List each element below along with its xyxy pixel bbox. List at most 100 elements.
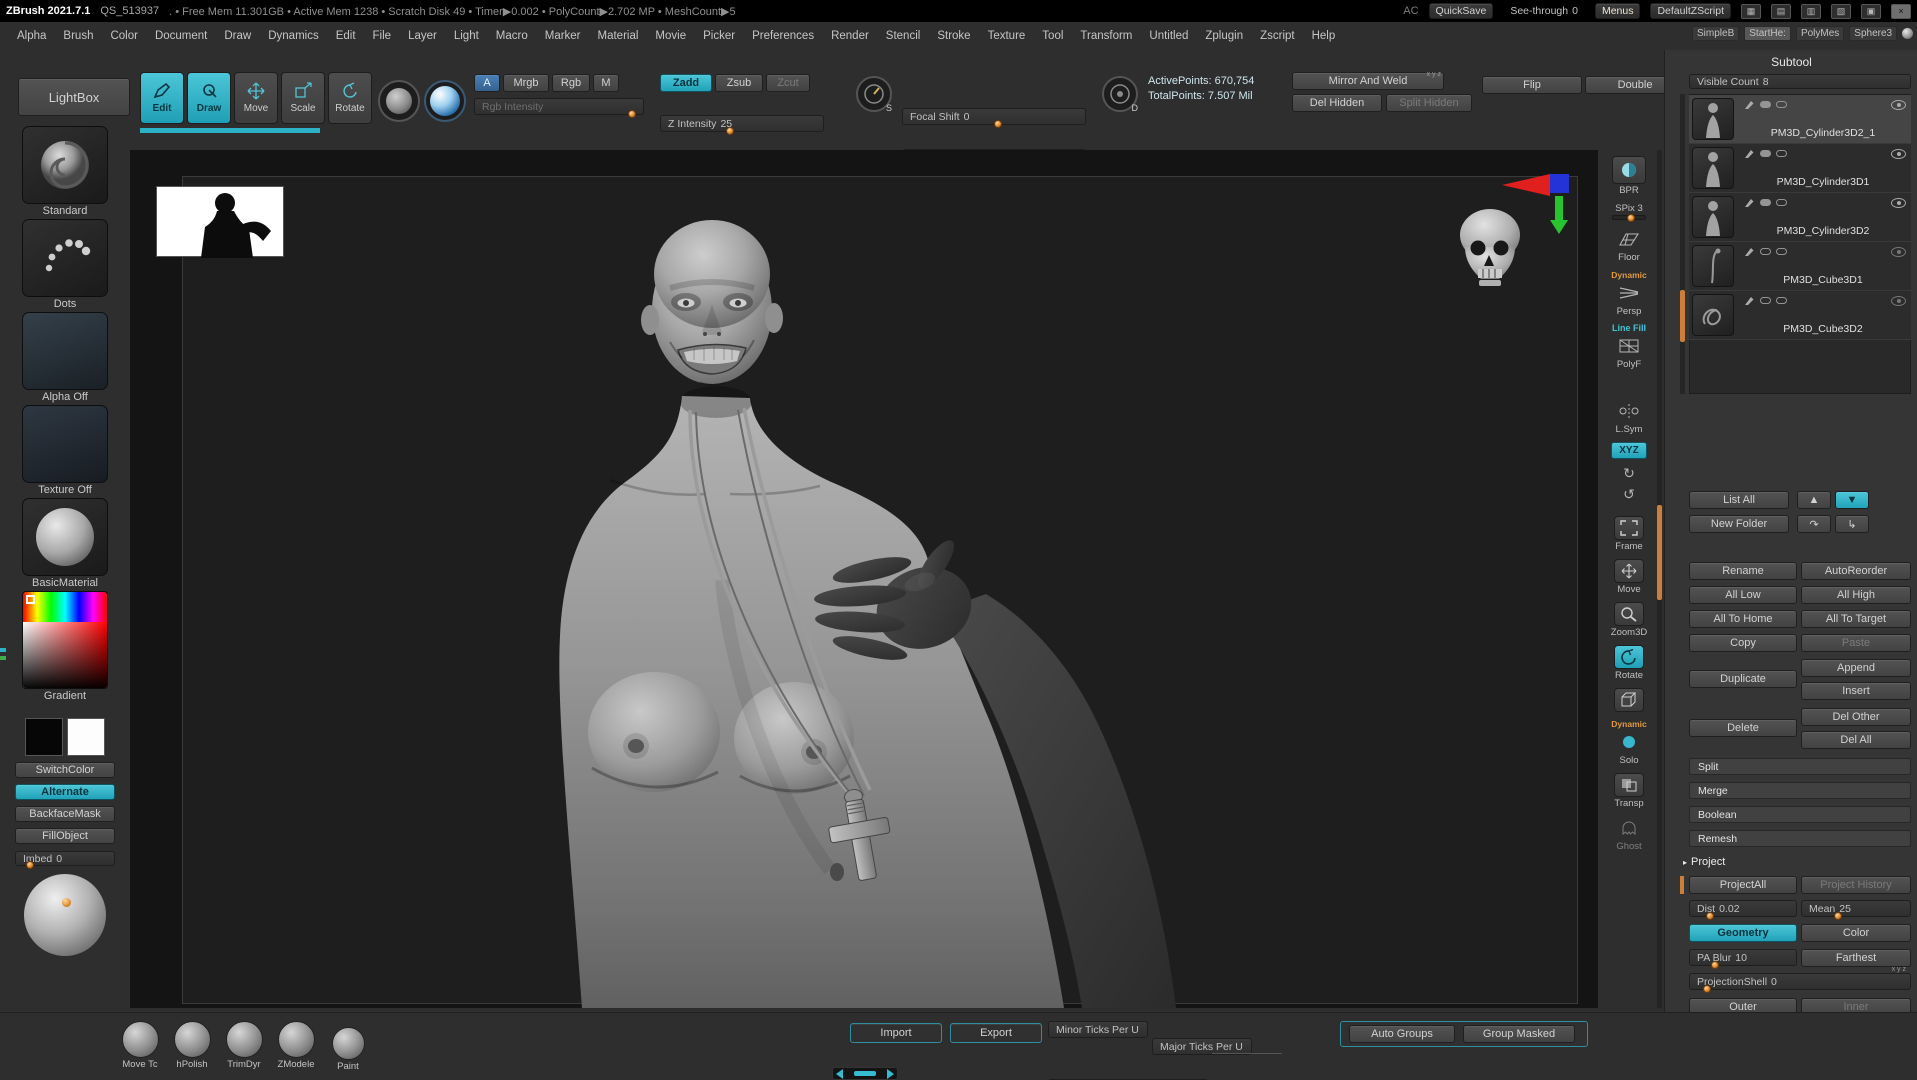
import-button[interactable]: Import: [850, 1023, 942, 1043]
see-through-slider[interactable]: See-through 0: [1503, 4, 1585, 19]
menu-item-transform[interactable]: Transform: [1073, 28, 1139, 44]
menu-item-document[interactable]: Document: [148, 28, 214, 44]
append-button[interactable]: Append: [1801, 659, 1911, 677]
slider-knob[interactable]: [725, 127, 734, 135]
shrink-window-icon[interactable]: ▣: [1861, 3, 1881, 19]
menu-item-preferences[interactable]: Preferences: [745, 28, 821, 44]
remesh-section-button[interactable]: Remesh: [1689, 830, 1911, 847]
menu-item-layer[interactable]: Layer: [401, 28, 444, 44]
rgb-intensity-slider[interactable]: Rgb Intensity: [474, 98, 644, 118]
scroll-thumb[interactable]: [854, 1071, 876, 1076]
timeline-scroll-widget[interactable]: [832, 1067, 898, 1080]
menu-item-zplugin[interactable]: Zplugin: [1198, 28, 1250, 44]
subtool-list-scrollbar-thumb[interactable]: [1680, 290, 1685, 342]
del-other-button[interactable]: Del Other: [1801, 708, 1911, 726]
zadd-button[interactable]: Zadd: [660, 74, 712, 92]
menu-item-brush[interactable]: Brush: [56, 28, 100, 44]
menu-item-picker[interactable]: Picker: [696, 28, 742, 44]
texture-selector[interactable]: Texture Off: [22, 405, 108, 498]
menu-item-texture[interactable]: Texture: [981, 28, 1033, 44]
menu-item-macro[interactable]: Macro: [489, 28, 535, 44]
dynamic-dial-icon[interactable]: D: [1102, 76, 1138, 113]
boolean-section-button[interactable]: Boolean: [1689, 806, 1911, 823]
material-thumbnail[interactable]: [22, 498, 108, 576]
brush-shortcut[interactable]: Paint: [326, 1027, 370, 1072]
menu-item-draw[interactable]: Draw: [217, 28, 258, 44]
dist-slider[interactable]: Dist 0.02: [1689, 900, 1797, 920]
stroke-selector[interactable]: Dots: [22, 219, 108, 312]
group-masked-button[interactable]: Group Masked: [1463, 1025, 1575, 1043]
brush-shortcut[interactable]: hPolish: [170, 1021, 214, 1072]
brush-thumbnail[interactable]: [22, 126, 108, 204]
layout-two-icon[interactable]: ▤: [1771, 3, 1791, 19]
tray-divider-marker-green[interactable]: [0, 656, 6, 660]
move-up-button[interactable]: ▲: [1797, 491, 1831, 509]
layout-four-icon[interactable]: ▧: [1831, 3, 1851, 19]
duplicate-button[interactable]: Duplicate: [1689, 670, 1797, 688]
rotate-nav-button[interactable]: Rotate: [1614, 645, 1644, 681]
subtool-list-scrollbar-track[interactable]: [1680, 94, 1685, 394]
menu-item-light[interactable]: Light: [447, 28, 486, 44]
uv-toggle-icon[interactable]: [1760, 101, 1771, 108]
uv-toggle-icon[interactable]: [1760, 297, 1771, 304]
local-symmetry-toggle[interactable]: L.Sym: [1614, 399, 1644, 435]
insert-button[interactable]: Insert: [1801, 682, 1911, 700]
stroke-thumbnail[interactable]: [22, 219, 108, 297]
shelf-chip-starthere[interactable]: StartHe:: [1744, 26, 1791, 41]
floor-toggle[interactable]: Floor: [1614, 227, 1644, 263]
uv-toggle-icon[interactable]: [1760, 248, 1771, 255]
all-to-home-button[interactable]: All To Home: [1689, 610, 1797, 628]
visibility-eye-icon[interactable]: [1891, 99, 1906, 110]
brush-shortcut[interactable]: ZModele: [274, 1021, 318, 1072]
alpha-thumbnail[interactable]: [22, 312, 108, 390]
auto-groups-button[interactable]: Auto Groups: [1349, 1025, 1455, 1043]
move-out-folder-icon[interactable]: ↳: [1835, 515, 1869, 533]
project-all-button[interactable]: ProjectAll: [1689, 876, 1797, 894]
auto-reorder-button[interactable]: AutoReorder: [1801, 562, 1911, 580]
mirror-and-weld-button[interactable]: Mirror And Weld x y z: [1292, 71, 1444, 90]
polyframe-toggle[interactable]: Line Fill PolyF: [1612, 324, 1646, 371]
menus-button[interactable]: Menus: [1594, 3, 1641, 19]
spix-track[interactable]: [1612, 214, 1646, 222]
menu-item-file[interactable]: File: [366, 28, 399, 44]
sculpt-canvas[interactable]: [130, 150, 1598, 1008]
menu-item-movie[interactable]: Movie: [648, 28, 693, 44]
current-brush-preview-icon[interactable]: [378, 80, 420, 122]
shelf-chip-polymesh[interactable]: PolyMes: [1795, 26, 1845, 41]
scale-mode-button[interactable]: Scale: [281, 72, 325, 124]
menu-item-color[interactable]: Color: [103, 28, 144, 44]
stroke-dial-icon[interactable]: S: [856, 76, 892, 113]
spin-clockwise-icon[interactable]: ↻: [1623, 466, 1635, 480]
subtool-row[interactable]: PM3D_Cylinder3D2_1: [1689, 95, 1911, 144]
menu-item-alpha[interactable]: Alpha: [10, 28, 53, 44]
visibility-eye-icon[interactable]: [1891, 246, 1906, 257]
project-section-header[interactable]: ▸ Project: [1683, 854, 1911, 870]
flip-button[interactable]: Flip: [1482, 76, 1582, 94]
del-hidden-button[interactable]: Del Hidden: [1292, 94, 1382, 112]
menu-item-material[interactable]: Material: [591, 28, 646, 44]
zcut-button[interactable]: Zcut: [766, 74, 810, 92]
switch-color-button[interactable]: SwitchColor: [15, 762, 115, 778]
minor-ticks-slider[interactable]: Minor Ticks Per U: [1048, 1021, 1148, 1038]
current-texture-preview-icon[interactable]: [424, 80, 466, 122]
sphere-tool-icon[interactable]: [1902, 28, 1914, 39]
menu-item-tool[interactable]: Tool: [1035, 28, 1070, 44]
alpha-channel-button[interactable]: A: [474, 74, 500, 92]
visible-count-slider[interactable]: Visible Count 8: [1689, 74, 1911, 89]
alternate-button[interactable]: Alternate: [15, 784, 115, 800]
subtool-thumbnail[interactable]: [1692, 196, 1734, 238]
farthest-button[interactable]: Farthest: [1801, 949, 1911, 967]
polypaint-brush-icon[interactable]: [1744, 197, 1755, 208]
split-section-button[interactable]: Split: [1689, 758, 1911, 775]
merge-section-button[interactable]: Merge: [1689, 782, 1911, 799]
copy-button[interactable]: Copy: [1689, 634, 1797, 652]
secondary-color-swatch[interactable]: [67, 718, 105, 756]
brush-selector[interactable]: Standard: [22, 126, 108, 219]
persp-toggle[interactable]: Dynamic Persp: [1611, 270, 1646, 317]
move-to-folder-icon[interactable]: ↷: [1797, 515, 1831, 533]
subtool-palette-header[interactable]: Subtool: [1665, 55, 1917, 69]
menu-item-render[interactable]: Render: [824, 28, 876, 44]
backface-mask-button[interactable]: BackfaceMask: [15, 806, 115, 822]
axis-orientation-widget[interactable]: [1502, 174, 1572, 236]
visibility-eye-icon[interactable]: [1891, 197, 1906, 208]
